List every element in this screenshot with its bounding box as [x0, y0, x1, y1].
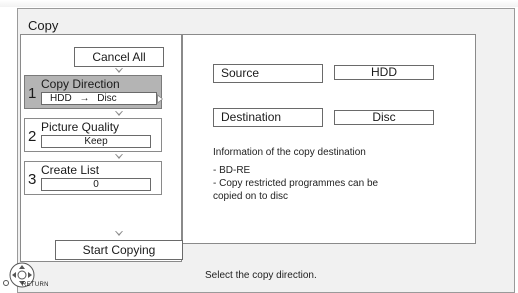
info-heading: Information of the copy destination	[213, 147, 366, 158]
top-band	[0, 0, 518, 7]
down-arrow-icon	[115, 111, 123, 116]
source-label: Source	[213, 64, 323, 83]
start-copying-button[interactable]: Start Copying	[55, 240, 183, 260]
item-number: 2	[28, 128, 37, 145]
down-arrow-icon	[115, 231, 123, 236]
picture-quality-value: Keep	[41, 135, 151, 148]
value-to: Disc	[97, 93, 117, 104]
down-arrow-icon	[115, 68, 123, 73]
destination-value: Disc	[334, 110, 434, 125]
return-label: RETURN	[22, 282, 49, 288]
create-list-value: 0	[41, 178, 151, 191]
item-number: 1	[28, 85, 37, 102]
return-circle-icon	[3, 280, 9, 286]
info-line: - BD-RE	[213, 165, 251, 176]
copy-direction-value: HDD → Disc	[41, 92, 157, 105]
info-line: copied on to disc	[213, 191, 289, 202]
menu-item-copy-direction[interactable]: 1 Copy Direction HDD → Disc	[24, 75, 163, 109]
value-arrow: →	[79, 93, 90, 104]
screen-title: Copy	[28, 18, 59, 33]
down-arrow-icon	[115, 154, 123, 159]
item-label: Create List	[41, 163, 100, 177]
info-line: - Copy restricted programmes can be	[213, 178, 379, 189]
item-number: 3	[28, 171, 37, 188]
item-label: Copy Direction	[41, 77, 120, 91]
cancel-all-button[interactable]: Cancel All	[74, 47, 164, 67]
right-arrow-icon[interactable]	[157, 94, 163, 104]
menu-item-picture-quality[interactable]: 2 Picture Quality Keep	[24, 118, 162, 152]
destination-label: Destination	[213, 108, 323, 127]
status-hint: Select the copy direction.	[205, 270, 317, 281]
item-label: Picture Quality	[41, 120, 120, 134]
value-from: HDD	[50, 93, 72, 104]
source-value: HDD	[334, 65, 434, 80]
menu-item-create-list[interactable]: 3 Create List 0	[24, 161, 162, 195]
